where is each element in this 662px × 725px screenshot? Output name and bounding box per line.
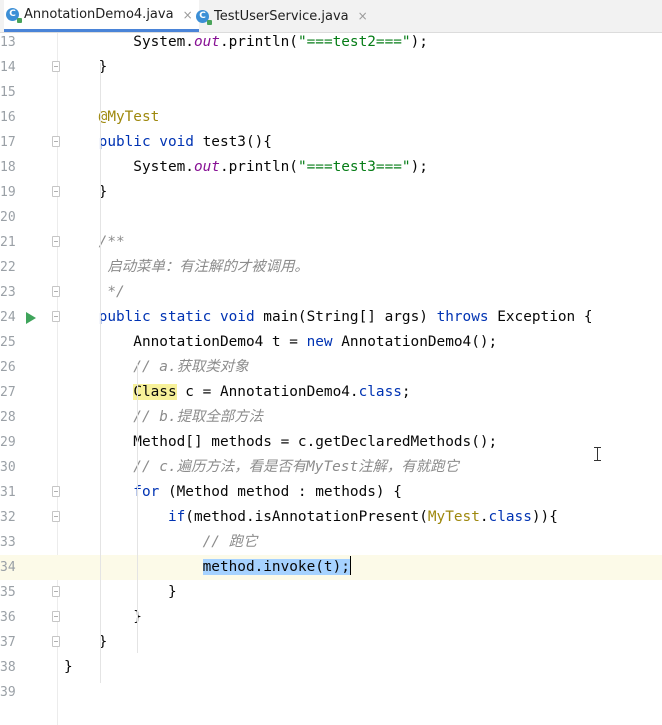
fold-marker-icon[interactable] (52, 286, 60, 297)
run-gutter-icon[interactable] (26, 312, 36, 324)
line-number: 34 (0, 560, 16, 575)
close-icon[interactable]: × (358, 9, 368, 23)
code-text: } (64, 659, 73, 675)
code-text: if(method.isAnnotationPresent(MyTest.cla… (64, 509, 558, 525)
line-number: 22 (0, 260, 16, 275)
fold-marker-icon[interactable] (52, 586, 60, 597)
fold-marker-icon[interactable] (52, 136, 60, 147)
indent-guide (100, 63, 101, 683)
java-class-icon: C (196, 9, 212, 25)
code-text: Class c = AnnotationDemo4.class; (133, 384, 411, 400)
editor-tab-bar: C AnnotationDemo4.java × C TestUserServi… (0, 0, 662, 33)
line-number: 39 (0, 685, 16, 700)
code-line[interactable]: 39 (0, 680, 662, 705)
tab-testuserservice[interactable]: C TestUserService.java × (196, 0, 368, 32)
code-text: } (64, 584, 177, 600)
line-number: 14 (0, 60, 16, 75)
fold-marker-icon[interactable] (52, 636, 60, 647)
tab-label: AnnotationDemo4.java (24, 7, 174, 22)
line-number: 25 (0, 335, 16, 350)
line-number: 18 (0, 160, 16, 175)
code-text: // c.遍历方法，看是否有MyTest注解，有就跑它 (64, 459, 459, 475)
text-caret (349, 556, 351, 575)
code-text: System.out.println("===test3==="); (64, 159, 428, 175)
fold-marker-icon[interactable] (52, 611, 60, 622)
fold-marker-icon[interactable] (52, 311, 60, 322)
line-number: 13 (0, 35, 16, 50)
line-number: 37 (0, 635, 16, 650)
tab-label: TestUserService.java (214, 8, 349, 24)
code-text: /** (64, 234, 125, 250)
line-number: 32 (0, 510, 16, 525)
line-number: 26 (0, 360, 16, 375)
line-number: 23 (0, 285, 16, 300)
line-number: 30 (0, 460, 16, 475)
code-text: @MyTest (64, 109, 160, 125)
tab-annotationdemo4[interactable]: C AnnotationDemo4.java × (4, 0, 199, 32)
java-class-icon: C (6, 8, 22, 23)
fold-marker-icon[interactable] (52, 61, 60, 72)
line-number: 31 (0, 485, 16, 500)
close-icon[interactable]: × (183, 8, 193, 22)
code-line[interactable]: 13 System.out.println("===test2==="); (0, 33, 662, 55)
code-text: for (Method method : methods) { (64, 484, 402, 500)
code-text: public static void main(String[] args) t… (64, 309, 593, 325)
line-number: 20 (0, 210, 16, 225)
fold-marker-icon[interactable] (52, 236, 60, 247)
line-number: 28 (0, 410, 16, 425)
line-number: 29 (0, 435, 16, 450)
line-number: 36 (0, 610, 16, 625)
line-number: 24 (0, 310, 16, 325)
code-text: // 跑它 (64, 534, 258, 550)
code-text: public void test3(){ (64, 134, 272, 150)
mouse-cursor-ibeam (594, 447, 601, 461)
code-text: Method[] methods = c.getDeclaredMethods(… (64, 434, 498, 450)
code-text: // b.提取全部方法 (64, 409, 263, 425)
line-number: 38 (0, 660, 16, 675)
code-text: AnnotationDemo4 t = new AnnotationDemo4(… (64, 334, 498, 350)
code-text: */ (64, 284, 125, 300)
line-number: 27 (0, 385, 16, 400)
line-number: 21 (0, 235, 16, 250)
fold-marker-icon[interactable] (52, 186, 60, 197)
line-number: 15 (0, 85, 16, 100)
fold-marker-icon[interactable] (52, 511, 60, 522)
line-number: 19 (0, 185, 16, 200)
code-text: System.out.println("===test2==="); (64, 34, 428, 50)
line-number: 16 (0, 110, 16, 125)
code-text: } (64, 609, 142, 625)
indent-guide (137, 363, 138, 653)
fold-marker-icon[interactable] (52, 486, 60, 497)
code-editor[interactable]: 13 System.out.println("===test2==="); 14 … (0, 33, 662, 725)
code-text: method.invoke(t); (64, 555, 351, 580)
line-number: 35 (0, 585, 16, 600)
line-number: 17 (0, 135, 16, 150)
code-text: // a.获取类对象 (64, 359, 249, 375)
line-number: 33 (0, 535, 16, 550)
